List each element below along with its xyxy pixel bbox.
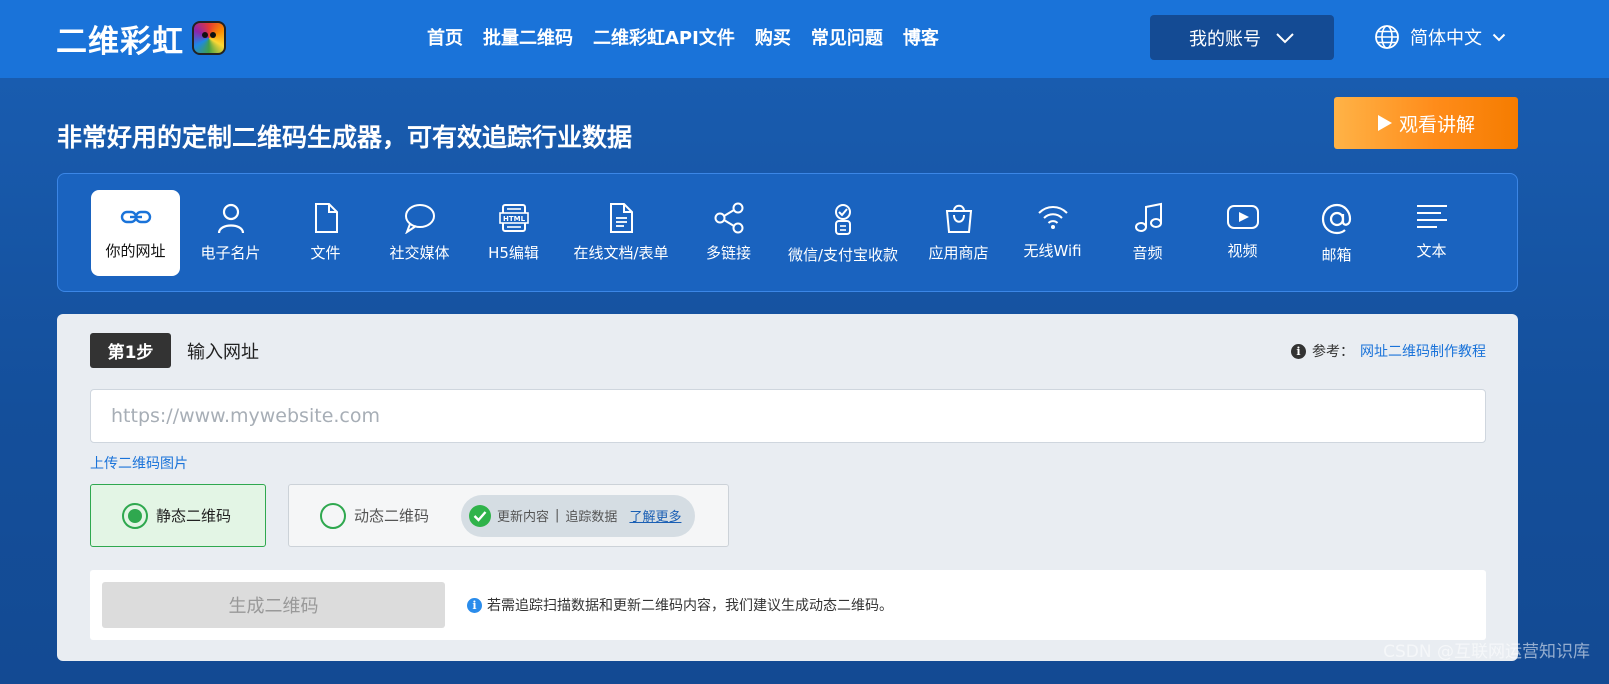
category-label: 应用商店: [928, 244, 989, 262]
category-email[interactable]: 邮箱: [1292, 190, 1381, 276]
feature-track-data: 追踪数据: [565, 510, 618, 525]
generate-tip: i 若需追踪扫描数据和更新二维码内容，我们建议生成动态二维码。: [467, 595, 893, 615]
reference: i 参考： 网址二维码制作教程: [1291, 341, 1486, 361]
nav-api[interactable]: 二维彩虹API文件: [593, 24, 735, 50]
step-title: 输入网址: [187, 342, 259, 363]
category-label: 在线文档/表单: [573, 244, 669, 262]
category-label: H5编辑: [488, 244, 539, 262]
learn-more-link[interactable]: 了解更多: [629, 506, 681, 525]
info-icon: i: [1291, 343, 1306, 359]
rainbow-bear-icon: [192, 21, 226, 55]
link-icon: [120, 210, 151, 224]
category-url[interactable]: 你的网址: [91, 190, 180, 276]
logo[interactable]: 二维彩虹: [56, 16, 226, 60]
category-audio[interactable]: 音频: [1103, 190, 1192, 276]
brand-name: 二维彩虹: [56, 23, 184, 60]
video-icon: [1226, 205, 1259, 229]
category-social[interactable]: 社交媒体: [375, 190, 464, 276]
account-label: 我的账号: [1189, 28, 1261, 50]
category-label: 音频: [1132, 244, 1163, 262]
category-label: 你的网址: [105, 242, 166, 260]
category-payment[interactable]: 微信/支付宝收款: [779, 190, 907, 276]
nav-batch[interactable]: 批量二维码: [483, 24, 573, 50]
step-card: 第1步 输入网址 i 参考： 网址二维码制作教程 上传二维码图片 静态二维码 动…: [57, 314, 1518, 661]
radio-checked-icon[interactable]: [122, 502, 148, 529]
watch-tutorial-button[interactable]: 观看讲解: [1334, 97, 1518, 149]
step-badge: 第1步: [90, 333, 171, 368]
html-icon: HTML: [498, 204, 529, 232]
tutorial-link[interactable]: 网址二维码制作教程: [1360, 341, 1486, 361]
qr-category-panel: 你的网址 电子名片 文件 社交媒体 HTML H5编辑 在线文档/表单 多链接 …: [57, 173, 1518, 292]
static-qr-label: 静态二维码: [156, 507, 232, 525]
category-multi-link[interactable]: 多链接: [684, 190, 773, 276]
share-icon: [714, 202, 743, 234]
category-vcard[interactable]: 电子名片: [186, 190, 275, 276]
dynamic-qr-label: 动态二维码: [354, 507, 430, 525]
static-qr-option[interactable]: 静态二维码: [90, 484, 266, 547]
category-label: 无线Wifi: [1023, 242, 1082, 260]
feature-separator: |: [555, 508, 560, 523]
nav-home[interactable]: 首页: [427, 24, 463, 50]
shopping-bag-icon: [945, 204, 972, 233]
main-nav: 首页 批量二维码 二维彩虹API文件 购买 常见问题 博客: [427, 24, 939, 50]
category-wifi[interactable]: 无线Wifi: [1008, 190, 1097, 276]
nav-faq[interactable]: 常见问题: [811, 24, 883, 50]
watch-tutorial-label: 观看讲解: [1398, 113, 1475, 136]
chat-bubble-icon: [404, 204, 435, 234]
category-label: 电子名片: [200, 244, 261, 262]
dynamic-features-pill: 更新内容 | 追踪数据 了解更多: [461, 494, 696, 537]
generate-qr-button[interactable]: 生成二维码: [102, 582, 445, 628]
category-label: 社交媒体: [389, 244, 450, 262]
top-navbar: 二维彩虹 首页 批量二维码 二维彩虹API文件 购买 常见问题 博客 我的账号 …: [0, 0, 1609, 78]
account-button[interactable]: 我的账号: [1150, 15, 1334, 60]
generate-row: 生成二维码 i 若需追踪扫描数据和更新二维码内容，我们建议生成动态二维码。: [90, 570, 1486, 640]
at-icon: [1321, 203, 1351, 235]
person-icon: [217, 203, 244, 234]
radio-unchecked-icon[interactable]: [320, 502, 346, 529]
feature-update-content: 更新内容: [497, 510, 550, 525]
play-icon: [1377, 115, 1392, 131]
page-headline: 非常好用的定制二维码生成器，可有效追踪行业数据: [57, 123, 633, 152]
text-icon: [1416, 205, 1447, 228]
chevron-down-icon: [1492, 33, 1506, 41]
globe-icon: [1375, 25, 1399, 49]
upload-qr-image-link[interactable]: 上传二维码图片: [90, 453, 188, 473]
language-selector[interactable]: 简体中文: [1374, 22, 1506, 52]
category-label: 邮箱: [1321, 246, 1352, 264]
category-label: 微信/支付宝收款: [787, 246, 899, 264]
category-online-doc[interactable]: 在线文档/表单: [563, 190, 679, 276]
category-text[interactable]: 文本: [1387, 190, 1476, 276]
url-input[interactable]: [90, 389, 1486, 443]
category-label: 文本: [1416, 242, 1447, 260]
music-icon: [1134, 202, 1162, 232]
wifi-icon: [1037, 206, 1068, 229]
svg-text:HTML: HTML: [502, 215, 525, 223]
chevron-down-icon: [1276, 32, 1294, 43]
check-icon: [469, 504, 492, 527]
category-label: 文件: [310, 244, 341, 262]
reference-label: 参考：: [1312, 344, 1354, 360]
category-label: 视频: [1227, 242, 1258, 260]
dynamic-qr-option[interactable]: 动态二维码 更新内容 | 追踪数据 了解更多: [288, 484, 729, 547]
generate-tip-text: 若需追踪扫描数据和更新二维码内容，我们建议生成动态二维码。: [487, 598, 893, 614]
language-label: 简体中文: [1410, 28, 1482, 49]
file-icon: [314, 203, 338, 233]
info-icon: i: [467, 597, 482, 613]
category-label: 多链接: [705, 244, 751, 262]
category-file[interactable]: 文件: [281, 190, 370, 276]
watermark: CSDN @互联网运营知识库: [1383, 642, 1590, 662]
document-icon: [610, 203, 633, 233]
nav-buy[interactable]: 购买: [755, 24, 791, 50]
nav-blog[interactable]: 博客: [903, 24, 939, 50]
payment-icon: [835, 204, 851, 235]
category-video[interactable]: 视频: [1198, 190, 1287, 276]
category-h5[interactable]: HTML H5编辑: [469, 190, 558, 276]
category-app-store[interactable]: 应用商店: [914, 190, 1003, 276]
